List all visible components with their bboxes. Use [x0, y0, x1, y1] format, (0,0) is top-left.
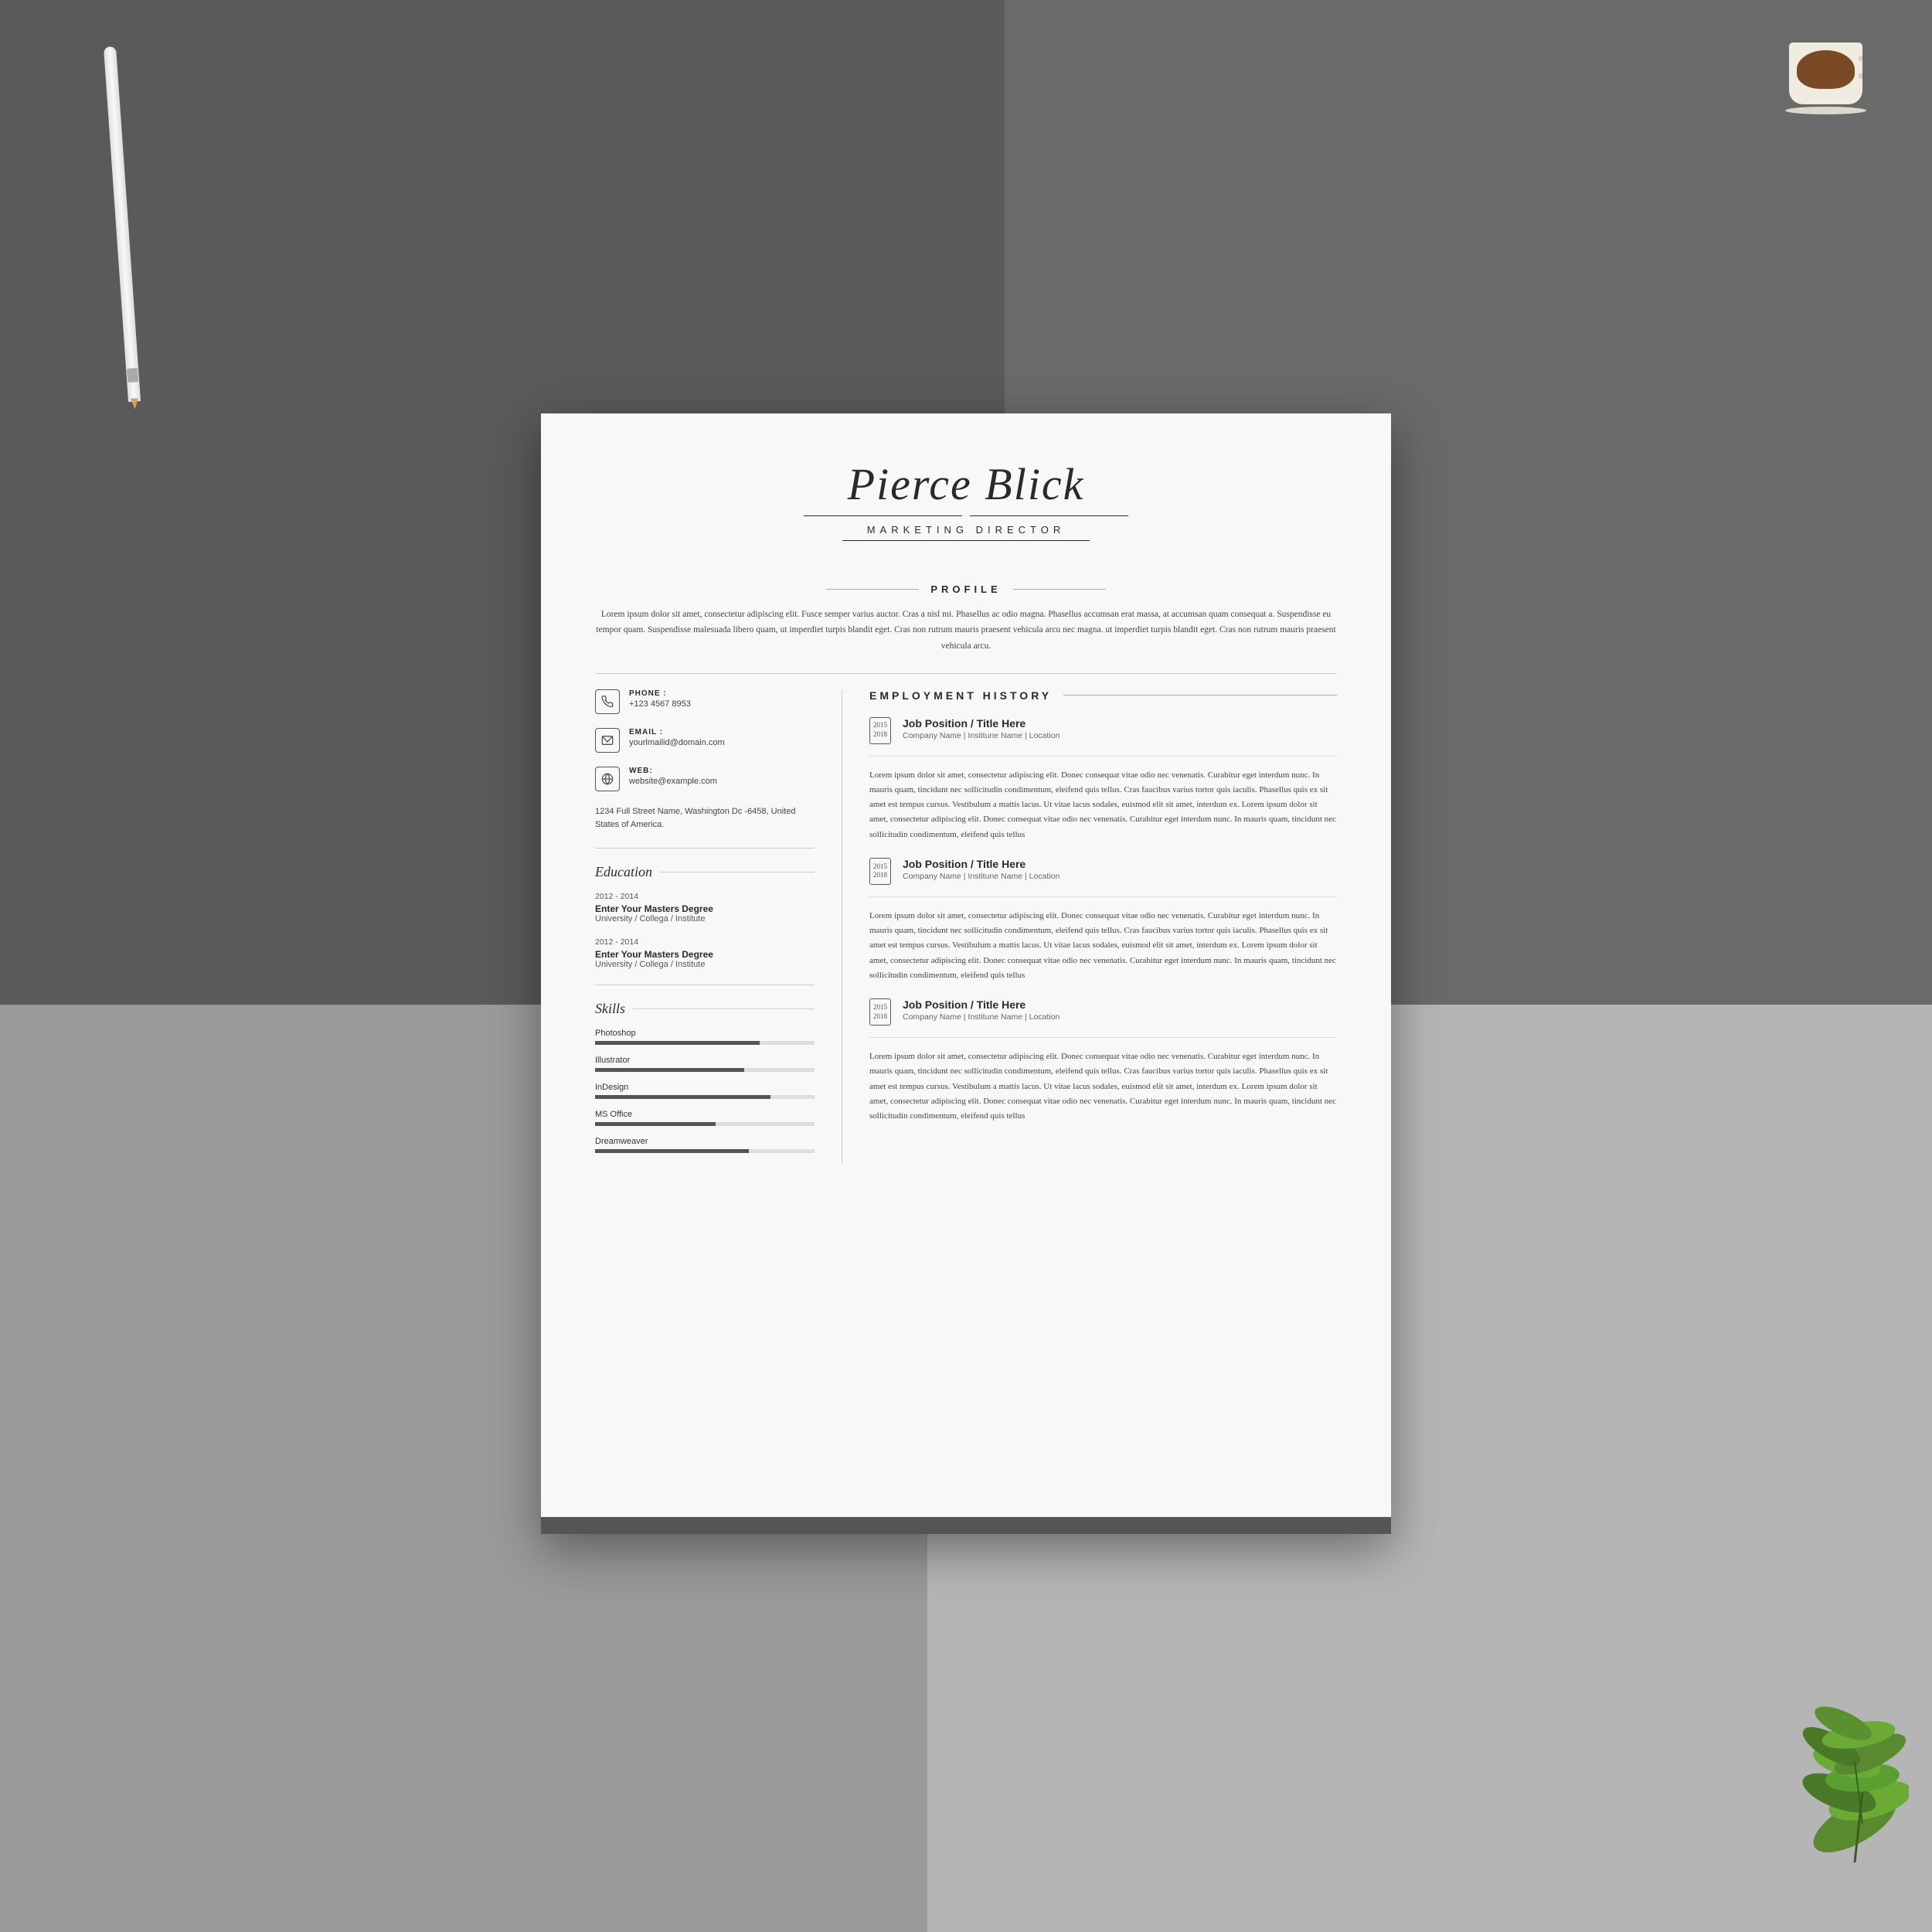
skill-bar-bg-photoshop: [595, 1041, 815, 1045]
job-description-1: Lorem ipsum dolor sit amet, consectetur …: [869, 768, 1337, 842]
skills-section: Skills Photoshop Illustrator InD: [595, 1001, 815, 1153]
skill-photoshop: Photoshop: [595, 1029, 815, 1045]
skill-bar-bg-illustrator: [595, 1068, 815, 1072]
contact-email: EMAIL : yourlmailid@domain.com: [595, 728, 815, 753]
web-label: WEB:: [629, 767, 717, 775]
skills-section-title: Skills: [595, 1001, 815, 1017]
profile-line-right: [1013, 589, 1106, 590]
job-item-2: 2015 2018 Job Position / Title Here Comp…: [869, 858, 1337, 983]
job-year-bracket-2: 2015 2018: [869, 858, 891, 885]
name-underline-decoration: [804, 515, 1128, 517]
job-company-2: Company Name | Institune Name | Location: [903, 872, 1060, 881]
job-divider-3: [869, 1037, 1337, 1038]
web-value: website@example.com: [629, 777, 717, 786]
job-title-2: Job Position / Title Here: [903, 858, 1060, 870]
edu-years-2: 2012 - 2014: [595, 937, 815, 947]
job-company-3: Company Name | Institune Name | Location: [903, 1012, 1060, 1022]
left-underline: [804, 515, 962, 517]
skill-name-photoshop: Photoshop: [595, 1029, 815, 1038]
job-details-2: Job Position / Title Here Company Name |…: [903, 858, 1060, 881]
left-divider-1: [595, 848, 815, 849]
resume-document: Pierce Blick MARKETING DIRECTOR PROFILE …: [541, 413, 1391, 1534]
education-item-2: 2012 - 2014 Enter Your Masters Degree Un…: [595, 937, 815, 969]
education-section-title: Education: [595, 864, 815, 880]
contact-web: WEB: website@example.com: [595, 767, 815, 791]
edu-institution-1: University / Collega / Institute: [595, 914, 815, 923]
edu-degree-2: Enter Your Masters Degree: [595, 949, 815, 960]
job-description-2: Lorem ipsum dolor sit amet, consectetur …: [869, 909, 1337, 983]
job-item-1: 2015 2018 Job Position / Title Here Comp…: [869, 717, 1337, 842]
job-header-1: 2015 2018 Job Position / Title Here Comp…: [869, 717, 1337, 744]
skill-bar-bg-msoffice: [595, 1122, 815, 1126]
job-year-bracket-3: 2015 2018: [869, 998, 891, 1026]
email-value: yourlmailid@domain.com: [629, 738, 725, 747]
candidate-name: Pierce Blick: [595, 460, 1337, 509]
email-label: EMAIL :: [629, 728, 725, 736]
edu-degree-1: Enter Your Masters Degree: [595, 903, 815, 914]
title-line-left: [842, 540, 1090, 541]
employment-section-title: EMPLOYMENT HISTORY: [869, 689, 1052, 702]
job-header-2: 2015 2018 Job Position / Title Here Comp…: [869, 858, 1337, 885]
profile-text: Lorem ipsum dolor sit amet, consectetur …: [595, 607, 1337, 653]
education-item-1: 2012 - 2014 Enter Your Masters Degree Un…: [595, 892, 815, 923]
job-details-3: Job Position / Title Here Company Name |…: [903, 998, 1060, 1022]
phone-value: +123 4567 8953: [629, 699, 691, 709]
job-header-3: 2015 2018 Job Position / Title Here Comp…: [869, 998, 1337, 1026]
coffee-cup-decoration: [1789, 43, 1866, 114]
bottom-bar: [541, 1517, 1391, 1534]
right-column: EMPLOYMENT HISTORY 2015 2018 Job Positio…: [842, 689, 1337, 1164]
skill-bar-fill-photoshop: [595, 1041, 760, 1045]
email-icon: [595, 728, 620, 753]
job-company-1: Company Name | Institune Name | Location: [903, 731, 1060, 740]
employment-section-line: [1063, 695, 1337, 696]
skill-bar-bg-indesign: [595, 1095, 815, 1099]
job-title-3: Job Position / Title Here: [903, 998, 1060, 1011]
job-item-3: 2015 2018 Job Position / Title Here Comp…: [869, 998, 1337, 1124]
candidate-title: MARKETING DIRECTOR: [595, 524, 1337, 536]
skill-name-indesign: InDesign: [595, 1083, 815, 1092]
job-divider-1: [869, 756, 1337, 757]
two-column-layout: PHONE : +123 4567 8953 EMAIL : yourlmail…: [595, 689, 1337, 1164]
job-title-1: Job Position / Title Here: [903, 717, 1060, 730]
skill-name-msoffice: MS Office: [595, 1110, 815, 1119]
edu-institution-2: University / Collega / Institute: [595, 960, 815, 969]
job-year-bracket-1: 2015 2018: [869, 717, 891, 744]
job-divider-2: [869, 896, 1337, 897]
plant-decoration: [1739, 1669, 1909, 1886]
skill-bar-fill-indesign: [595, 1095, 770, 1099]
contact-section: PHONE : +123 4567 8953 EMAIL : yourlmail…: [595, 689, 815, 832]
skill-bar-fill-illustrator: [595, 1068, 744, 1072]
job-description-3: Lorem ipsum dolor sit amet, consectetur …: [869, 1049, 1337, 1124]
skill-illustrator: Illustrator: [595, 1056, 815, 1072]
left-column: PHONE : +123 4567 8953 EMAIL : yourlmail…: [595, 689, 842, 1164]
title-bracket: [842, 540, 1090, 541]
phone-label: PHONE :: [629, 689, 691, 698]
contact-phone: PHONE : +123 4567 8953: [595, 689, 815, 714]
phone-details: PHONE : +123 4567 8953: [629, 689, 691, 709]
main-divider: [595, 673, 1337, 674]
email-details: EMAIL : yourlmailid@domain.com: [629, 728, 725, 747]
address-text: 1234 Full Street Name, Washington Dc -64…: [595, 805, 815, 832]
web-details: WEB: website@example.com: [629, 767, 717, 786]
profile-section-header: PROFILE: [595, 583, 1337, 595]
skill-name-illustrator: Illustrator: [595, 1056, 815, 1065]
skill-msoffice: MS Office: [595, 1110, 815, 1126]
skill-dreamweaver: Dreamweaver: [595, 1137, 815, 1153]
job-details-1: Job Position / Title Here Company Name |…: [903, 717, 1060, 740]
skill-name-dreamweaver: Dreamweaver: [595, 1137, 815, 1146]
pencil-decoration: [116, 46, 128, 402]
phone-icon: [595, 689, 620, 714]
web-icon: [595, 767, 620, 791]
skill-indesign: InDesign: [595, 1083, 815, 1099]
skill-bar-fill-msoffice: [595, 1122, 716, 1126]
skill-bar-fill-dreamweaver: [595, 1149, 749, 1153]
profile-line-left: [826, 589, 919, 590]
skill-bar-bg-dreamweaver: [595, 1149, 815, 1153]
employment-section-header: EMPLOYMENT HISTORY: [869, 689, 1337, 702]
profile-section-title: PROFILE: [930, 583, 1001, 595]
right-underline: [970, 515, 1128, 517]
education-section: Education 2012 - 2014 Enter Your Masters…: [595, 864, 815, 969]
edu-years-1: 2012 - 2014: [595, 892, 815, 901]
resume-header: Pierce Blick MARKETING DIRECTOR: [595, 460, 1337, 564]
